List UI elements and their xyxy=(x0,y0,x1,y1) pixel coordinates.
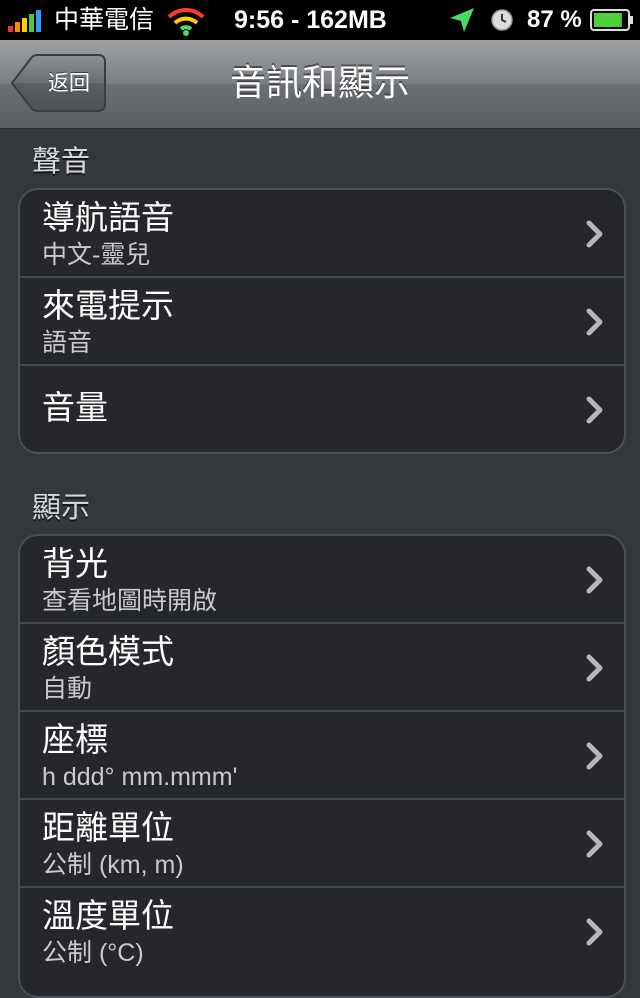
setting-title: 座標 xyxy=(42,720,108,759)
chevron-right-icon xyxy=(586,742,603,770)
setting-value: 中文-靈兒 xyxy=(42,241,151,269)
setting-row-backlight[interactable]: 背光 查看地圖時開啟 xyxy=(20,536,624,624)
setting-row-temperature-units[interactable]: 溫度單位 公制 (°C) xyxy=(20,888,624,974)
setting-value: 查看地圖時開啟 xyxy=(42,587,218,615)
carrier-name: 中華電信 xyxy=(54,5,155,34)
battery-icon xyxy=(590,9,633,31)
chevron-right-icon xyxy=(586,918,603,946)
setting-title: 距離單位 xyxy=(42,808,174,847)
setting-title: 導航語音 xyxy=(42,198,174,237)
setting-title: 來電提示 xyxy=(42,286,174,325)
status-bar: 中華電信 9:56 - 162MB 87 % xyxy=(0,0,640,40)
display-settings-group: 背光 查看地圖時開啟 顏色模式 自動 座標 h ddd° mm.mmm' 距離單… xyxy=(18,534,626,998)
setting-row-navigation-voice[interactable]: 導航語音 中文-靈兒 xyxy=(20,190,624,278)
status-time: 9:56 - 162MB xyxy=(234,6,387,34)
setting-value: 公制 (°C) xyxy=(42,939,144,967)
setting-title: 音量 xyxy=(42,388,108,427)
wifi-icon xyxy=(167,7,205,36)
section-header-sound: 聲音 xyxy=(32,144,91,178)
page-title: 音訊和顯示 xyxy=(229,63,410,104)
setting-value: 語音 xyxy=(42,329,93,357)
chevron-right-icon xyxy=(586,654,603,682)
setting-row-call-alert[interactable]: 來電提示 語音 xyxy=(20,278,624,366)
chevron-right-icon xyxy=(586,566,603,594)
setting-row-distance-units[interactable]: 距離單位 公制 (km, m) xyxy=(20,800,624,888)
setting-value: 自動 xyxy=(42,675,93,703)
chevron-right-icon xyxy=(586,396,603,424)
navigation-bar: 返回 音訊和顯示 xyxy=(0,40,640,129)
chevron-right-icon xyxy=(586,830,603,858)
signal-bars-icon xyxy=(8,10,41,32)
setting-row-coordinates[interactable]: 座標 h ddd° mm.mmm' xyxy=(20,712,624,800)
setting-value: 公制 (km, m) xyxy=(42,851,184,879)
chevron-right-icon xyxy=(586,220,603,248)
alarm-clock-icon xyxy=(491,9,513,31)
chevron-right-icon xyxy=(586,308,603,336)
setting-row-volume[interactable]: 音量 xyxy=(20,366,624,452)
setting-title: 溫度單位 xyxy=(42,896,174,935)
section-header-display: 顯示 xyxy=(32,490,91,524)
setting-value: h ddd° mm.mmm' xyxy=(42,763,238,791)
sound-settings-group: 導航語音 中文-靈兒 來電提示 語音 音量 xyxy=(18,188,626,454)
setting-row-color-mode[interactable]: 顏色模式 自動 xyxy=(20,624,624,712)
setting-title: 背光 xyxy=(42,544,108,583)
battery-percent: 87 % xyxy=(527,6,582,33)
location-arrow-icon xyxy=(450,8,474,32)
setting-title: 顏色模式 xyxy=(42,632,174,671)
